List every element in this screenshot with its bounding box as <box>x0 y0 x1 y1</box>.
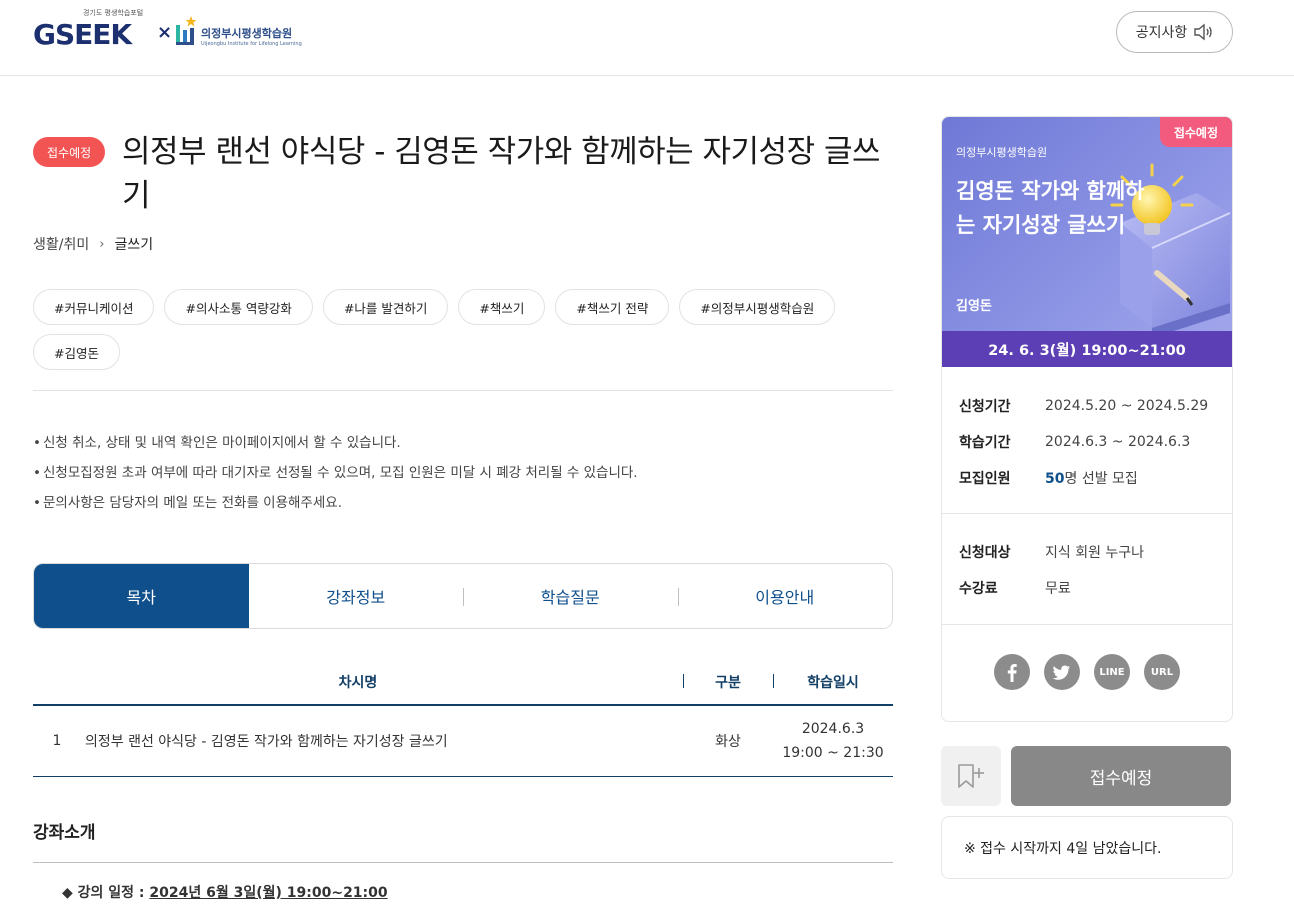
section-divider <box>33 862 893 863</box>
schedule-value: 2024년 6월 3일(월) 19:00~21:00 <box>149 885 388 901</box>
course-target-info: 신청대상 지식 회원 누구나 수강료 무료 <box>959 534 1219 606</box>
info-row-apply-period: 신청기간 2024.5.20 ~ 2024.5.29 <box>959 388 1219 424</box>
banner-status-badge: 접수예정 <box>1159 117 1232 147</box>
speaker-icon <box>1194 23 1212 41</box>
lecture-schedule: ◆ 강의 일정 : 2024년 6월 3일(월) 19:00~21:00 <box>62 882 388 902</box>
capacity-suffix: 명 선발 모집 <box>1064 471 1138 487</box>
info-row-fee: 수강료 무료 <box>959 570 1219 606</box>
column-header-type: 구분 <box>683 672 773 692</box>
info-value: 50명 선발 모집 <box>1045 468 1138 488</box>
banner-institute: 의정부시평생학습원 <box>956 146 1048 159</box>
card-divider <box>942 513 1232 514</box>
info-row-study-period: 학습기간 2024.6.3 ~ 2024.6.3 <box>959 424 1219 460</box>
tag-item[interactable]: #책쓰기 전략 <box>555 289 670 325</box>
status-badge: 접수예정 <box>33 137 106 167</box>
tag-item[interactable]: #의사소통 역량강화 <box>164 289 313 325</box>
tag-item[interactable]: #김영돈 <box>33 334 120 370</box>
info-label: 모집인원 <box>959 471 1011 487</box>
tab-questions[interactable]: 학습질문 <box>463 564 678 628</box>
table-header: 차시명 구분 학습일시 <box>33 659 893 706</box>
share-buttons: LINE URL <box>994 654 1180 690</box>
line-share-button[interactable]: LINE <box>1094 654 1130 690</box>
table-row: 1 의정부 랜선 야식당 - 김영돈 작가와 함께하는 자기성장 글쓰기 화상 … <box>33 706 893 777</box>
tag-list: #커뮤니케이션 #의사소통 역량강화 #나를 발견하기 #책쓰기 #책쓰기 전략… <box>33 289 893 370</box>
site-logo[interactable]: 경기도 평생학습포털 GSEEK × 의정부시평생학습원 Uijeongbu I… <box>33 8 313 60</box>
facebook-share-button[interactable] <box>994 654 1030 690</box>
info-value: 2024.5.20 ~ 2024.5.29 <box>1045 398 1209 414</box>
breadcrumb-category[interactable]: 생활/취미 <box>33 234 89 254</box>
session-datetime: 2024.6.3 19:00 ~ 21:30 <box>773 717 893 765</box>
session-time: 19:00 ~ 21:30 <box>782 745 884 761</box>
logo-cross: × <box>157 22 173 43</box>
banner-date: 24. 6. 3(월) 19:00~21:00 <box>942 331 1232 367</box>
tag-item[interactable]: #커뮤니케이션 <box>33 289 155 325</box>
column-header-datetime: 학습일시 <box>773 672 893 692</box>
tab-course-info[interactable]: 강좌정보 <box>249 564 464 628</box>
info-row-capacity: 모집인원 50명 선발 모집 <box>959 460 1219 496</box>
tag-item[interactable]: #의정부시평생학습원 <box>679 289 836 325</box>
info-value: 지식 회원 누구나 <box>1045 545 1145 561</box>
course-banner: 접수예정 의정부시평생학습원 김영돈 작가와 함께하는 자기성장 글쓰기 김영돈… <box>942 117 1232 367</box>
add-bookmark-button[interactable] <box>941 746 1001 806</box>
notice-item: 신청 취소, 상태 및 내역 확인은 마이페이지에서 할 수 있습니다. <box>33 428 893 458</box>
course-period-info: 신청기간 2024.5.20 ~ 2024.5.29 학습기간 2024.6.3… <box>959 388 1219 496</box>
breadcrumb-current[interactable]: 글쓰기 <box>114 234 153 254</box>
info-row-target: 신청대상 지식 회원 누구나 <box>959 534 1219 570</box>
chevron-right-icon: › <box>99 236 105 252</box>
info-value: 무료 <box>1045 581 1071 597</box>
twitter-icon <box>1052 665 1070 680</box>
tag-item[interactable]: #책쓰기 <box>458 289 546 325</box>
capacity-number: 50 <box>1045 471 1065 487</box>
tag-item[interactable]: #나를 발견하기 <box>322 289 449 325</box>
info-label: 학습기간 <box>959 435 1011 451</box>
session-type: 화상 <box>715 734 741 750</box>
tab-contents[interactable]: 목차 <box>34 564 249 628</box>
info-label: 수강료 <box>959 581 998 597</box>
institute-name: 의정부시평생학습원 <box>201 27 293 40</box>
logo-gseek: GSEEK <box>33 18 132 51</box>
course-intro-title: 강좌소개 <box>33 823 96 843</box>
info-label: 신청기간 <box>959 399 1011 415</box>
column-header-session: 차시명 <box>338 674 378 691</box>
notice-list: 신청 취소, 상태 및 내역 확인은 마이페이지에서 할 수 있습니다. 신청모… <box>33 428 893 518</box>
bookmark-add-icon <box>958 764 984 788</box>
apply-button[interactable]: 접수예정 <box>1011 746 1231 806</box>
notice-item: 신청모집정원 초과 여부에 따라 대기자로 선정될 수 있으며, 모집 인원은 … <box>33 458 893 488</box>
page-title: 의정부 랜선 야식당 - 김영돈 작가와 함께하는 자기성장 글쓰기 <box>122 134 881 214</box>
banner-title: 김영돈 작가와 함께하는 자기성장 글쓰기 <box>956 179 1145 237</box>
tab-guide[interactable]: 이용안내 <box>677 564 893 628</box>
session-name: 의정부 랜선 야식당 - 김영돈 작가와 함께하는 자기성장 글쓰기 <box>85 734 448 750</box>
notice-button[interactable]: 공지사항 <box>1116 11 1233 53</box>
site-header: 경기도 평생학습포털 GSEEK × 의정부시평생학습원 Uijeongbu I… <box>0 0 1294 76</box>
logo-subtitle: 경기도 평생학습포털 <box>83 9 144 17</box>
facebook-icon <box>1007 664 1017 682</box>
session-table: 차시명 구분 학습일시 1 의정부 랜선 야식당 - 김영돈 작가와 함께하는 … <box>33 659 893 777</box>
schedule-label: ◆ 강의 일정 : <box>62 885 150 901</box>
course-summary-card: 접수예정 의정부시평생학습원 김영돈 작가와 함께하는 자기성장 글쓰기 김영돈… <box>941 116 1233 722</box>
twitter-share-button[interactable] <box>1044 654 1080 690</box>
breadcrumb: 생활/취미 › 글쓰기 <box>33 234 153 254</box>
content-tabs: 목차 강좌정보 학습질문 이용안내 <box>33 563 893 629</box>
institute-logo: 의정부시평생학습원 Uijeongbu Institute for Lifelo… <box>175 12 315 52</box>
remaining-days-notice: ※ 접수 시작까지 4일 남았습니다. <box>941 816 1233 879</box>
session-number: 1 <box>52 733 62 749</box>
url-share-button[interactable]: URL <box>1144 654 1180 690</box>
institute-mark-icon <box>176 16 197 45</box>
banner-author: 김영돈 <box>956 299 992 314</box>
notice-item: 문의사항은 담당자의 메일 또는 전화를 이용해주세요. <box>33 488 893 518</box>
notice-button-label: 공지사항 <box>1135 25 1188 41</box>
card-divider <box>942 624 1232 625</box>
session-date: 2024.6.3 <box>801 721 865 737</box>
section-divider <box>33 390 893 391</box>
institute-name-en: Uijeongbu Institute for Lifelong Learnin… <box>201 41 302 47</box>
info-value: 2024.6.3 ~ 2024.6.3 <box>1045 434 1191 450</box>
info-label: 신청대상 <box>959 545 1011 561</box>
